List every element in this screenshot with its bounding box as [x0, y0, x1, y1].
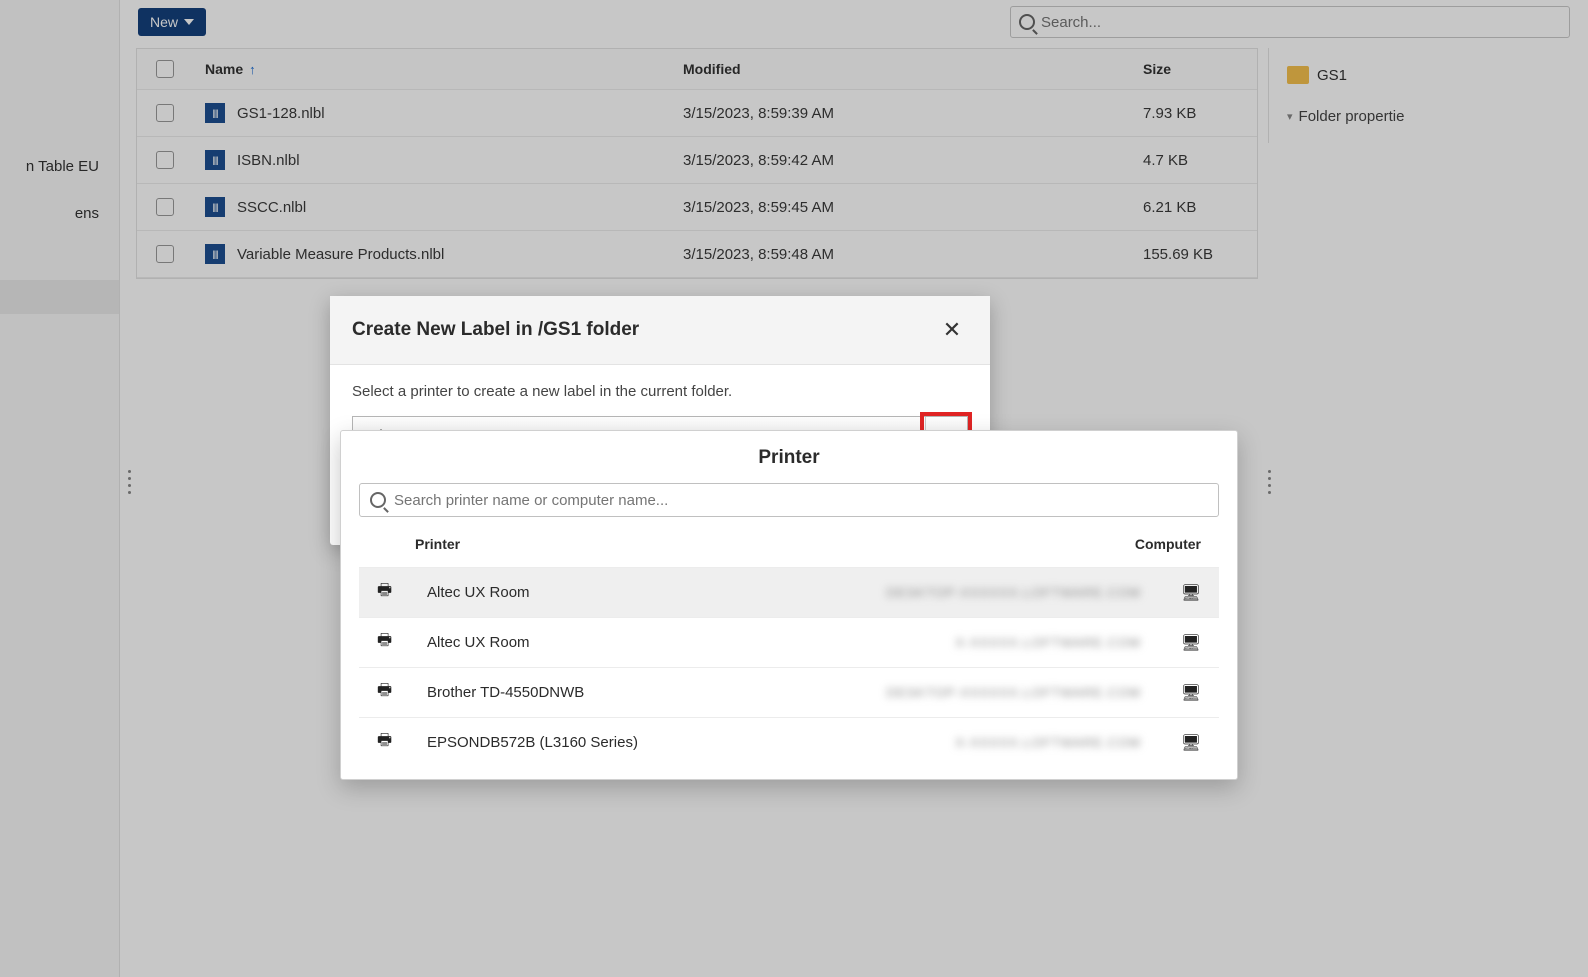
dropdown-col-printer: Printer — [415, 536, 861, 552]
file-size: 6.21 KB — [1131, 199, 1241, 216]
printer-option[interactable]: EPSONDB572B (L3160 Series)X-XXXXX.LOFTWA… — [359, 717, 1219, 767]
search-box[interactable] — [1010, 6, 1570, 38]
close-icon: ✕ — [943, 317, 961, 343]
computer-name: DESKTOP-XXXXXX.LOFTWARE.COM — [861, 585, 1141, 600]
printer-icon — [377, 732, 392, 749]
search-icon — [1019, 14, 1035, 30]
file-name: Variable Measure Products.nlbl — [237, 246, 444, 263]
modal-title: Create New Label in /GS1 folder — [352, 319, 639, 341]
column-header-modified[interactable]: Modified — [671, 61, 1131, 77]
search-input[interactable] — [1041, 14, 1561, 31]
row-checkbox[interactable] — [156, 104, 174, 122]
monitor-icon — [1181, 635, 1201, 652]
folder-name: GS1 — [1317, 67, 1347, 84]
file-name: GS1-128.nlbl — [237, 105, 325, 122]
modal-header: Create New Label in /GS1 folder ✕ — [330, 296, 990, 365]
row-checkbox[interactable] — [156, 198, 174, 216]
printer-dropdown: Printer Printer Computer Altec UX RoomDE… — [340, 430, 1238, 780]
printer-name: Brother TD-4550DNWB — [427, 684, 861, 701]
row-checkbox[interactable] — [156, 245, 174, 263]
file-size: 7.93 KB — [1131, 105, 1241, 122]
details-panel: GS1 ▾ Folder propertie M — [1268, 48, 1588, 143]
printer-option[interactable]: Altec UX RoomX-XXXXX.LOFTWARE.COM — [359, 617, 1219, 667]
dropdown-search-input[interactable] — [394, 492, 1208, 509]
table-row[interactable]: GS1-128.nlbl 3/15/2023, 8:59:39 AM7.93 KB — [137, 90, 1257, 137]
monitor-icon — [1181, 685, 1201, 702]
table-header: Name ↑ Modified Size — [137, 49, 1257, 90]
file-modified: 3/15/2023, 8:59:42 AM — [671, 152, 1131, 169]
toolbar: New — [120, 0, 1588, 44]
printer-name: EPSONDB572B (L3160 Series) — [427, 734, 861, 751]
chevron-down-icon — [184, 19, 194, 25]
sidebar-item-selected[interactable] — [0, 280, 119, 314]
computer-name: X-XXXXX.LOFTWARE.COM — [861, 635, 1141, 650]
folder-header: GS1 — [1287, 66, 1588, 84]
column-handle-icon[interactable] — [128, 470, 134, 494]
sidebar-item-table-eu[interactable]: n Table EU — [0, 150, 119, 183]
chevron-down-icon: ▾ — [1287, 110, 1293, 123]
printer-name: Altec UX Room — [427, 634, 861, 651]
dropdown-search[interactable] — [359, 483, 1219, 517]
label-file-icon — [205, 150, 225, 170]
file-size: 4.7 KB — [1131, 152, 1241, 169]
search-icon — [370, 492, 386, 508]
left-sidebar: n Table EU ens — [0, 0, 120, 977]
label-file-icon — [205, 103, 225, 123]
file-name: ISBN.nlbl — [237, 152, 300, 169]
select-all-checkbox[interactable] — [156, 60, 174, 78]
file-name: SSCC.nlbl — [237, 199, 306, 216]
sidebar-item-ens[interactable]: ens — [0, 197, 119, 230]
row-checkbox[interactable] — [156, 151, 174, 169]
computer-name: X-XXXXX.LOFTWARE.COM — [861, 735, 1141, 750]
folder-icon — [1287, 66, 1309, 84]
dropdown-title: Printer — [341, 447, 1237, 469]
sort-asc-icon: ↑ — [249, 62, 256, 77]
new-button[interactable]: New — [138, 8, 206, 36]
new-button-label: New — [150, 14, 178, 30]
column-handle-icon[interactable] — [1268, 470, 1274, 494]
printer-icon — [377, 582, 392, 599]
monitor-icon — [1181, 735, 1201, 752]
label-file-icon — [205, 197, 225, 217]
modal-description: Select a printer to create a new label i… — [352, 383, 968, 400]
label-file-icon — [205, 244, 225, 264]
dropdown-col-computer: Computer — [861, 536, 1201, 552]
table-row[interactable]: ISBN.nlbl 3/15/2023, 8:59:42 AM4.7 KB — [137, 137, 1257, 184]
printer-name: Altec UX Room — [427, 584, 861, 601]
dropdown-header: Printer Computer — [341, 521, 1237, 567]
file-modified: 3/15/2023, 8:59:45 AM — [671, 199, 1131, 216]
table-row[interactable]: Variable Measure Products.nlbl 3/15/2023,… — [137, 231, 1257, 278]
printer-icon — [377, 682, 392, 699]
close-button[interactable]: ✕ — [936, 314, 968, 346]
column-header-name[interactable]: Name ↑ — [193, 61, 671, 77]
column-header-size[interactable]: Size — [1131, 61, 1241, 77]
computer-name: DESKTOP-XXXXXX.LOFTWARE.COM — [861, 685, 1141, 700]
file-size: 155.69 KB — [1131, 246, 1241, 263]
monitor-icon — [1181, 585, 1201, 602]
file-modified: 3/15/2023, 8:59:48 AM — [671, 246, 1131, 263]
file-table: Name ↑ Modified Size GS1-128.nlbl 3/15/20… — [136, 48, 1258, 279]
printer-icon — [377, 632, 392, 649]
folder-properties-toggle[interactable]: ▾ Folder propertie — [1287, 108, 1588, 125]
file-modified: 3/15/2023, 8:59:39 AM — [671, 105, 1131, 122]
table-row[interactable]: SSCC.nlbl 3/15/2023, 8:59:45 AM6.21 KB — [137, 184, 1257, 231]
printer-option[interactable]: Altec UX RoomDESKTOP-XXXXXX.LOFTWARE.COM — [359, 567, 1219, 617]
printer-option[interactable]: Brother TD-4550DNWBDESKTOP-XXXXXX.LOFTWA… — [359, 667, 1219, 717]
